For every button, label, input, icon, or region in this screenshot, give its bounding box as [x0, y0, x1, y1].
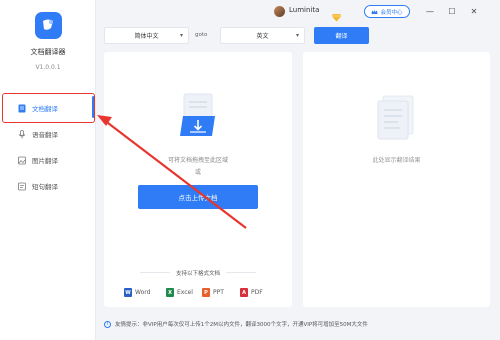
source-language-select[interactable]: 简体中文 ▾	[104, 27, 189, 44]
sidebar-item-label: 语音翻译	[32, 131, 58, 139]
drop-hint-text: 可将文档拖拽至此区域	[167, 157, 228, 164]
member-center-label: 会员中心	[380, 9, 403, 16]
chevron-down-icon: ▾	[179, 32, 183, 39]
translate-button[interactable]: 翻译	[314, 27, 369, 44]
upload-panel[interactable]: 可将文档拖拽至此区域 或 点击上传文档 支持以下格式文档 W Word X Ex…	[104, 52, 292, 307]
format-excel: X Excel	[166, 288, 193, 297]
format-ppt: P PPT	[202, 288, 224, 297]
close-button[interactable]: ✕	[468, 5, 480, 17]
sidebar-item-label: 短句翻译	[32, 183, 58, 191]
sidebar-item-image-translate[interactable]: 图片翻译	[18, 151, 90, 169]
ppt-icon: P	[202, 288, 210, 297]
result-document-icon	[373, 92, 419, 146]
supported-formats-title: 支持以下格式文档	[175, 271, 220, 277]
annotation-highlight-box	[2, 93, 95, 123]
vip-diamond-icon[interactable]	[331, 7, 342, 26]
goto-label: goto	[195, 32, 208, 38]
excel-icon: X	[166, 288, 174, 297]
format-label: PPT	[213, 289, 224, 296]
source-language-value: 简体中文	[134, 33, 159, 40]
sidebar-item-label: 图片翻译	[32, 157, 58, 165]
result-hint-text: 此处显示翻译结果	[372, 157, 421, 164]
sidebar-item-voice-translate[interactable]: 语音翻译	[18, 125, 90, 143]
format-pdf: A PDF	[240, 288, 263, 297]
app-logo	[35, 12, 62, 39]
translate-logo-icon	[43, 19, 53, 30]
username[interactable]: Luminita	[289, 6, 319, 14]
chevron-down-icon: ▾	[295, 32, 299, 39]
divider	[226, 272, 256, 273]
footer-tip: i 友情提示：非VIP用户每次仅可上传1个2M以内文件，翻译3000个文字，开通…	[104, 320, 368, 328]
format-label: Word	[135, 289, 151, 296]
format-label: PDF	[251, 289, 263, 296]
app-version: V1.0.0.1	[35, 64, 61, 71]
maximize-button[interactable]: ☐	[446, 5, 458, 17]
sidebar: 文档翻译器 V1.0.0.1 文档翻译 语音翻译 图片翻译 短句翻译	[0, 0, 96, 340]
format-word: W Word	[124, 288, 150, 297]
footer-tip-text: 友情提示：非VIP用户每次仅可上传1个2M以内文件，翻译3000个文字，开通VI…	[115, 322, 368, 328]
target-language-value: 英文	[256, 33, 269, 40]
app-name: 文档翻译器	[30, 48, 66, 56]
upload-document-button[interactable]: 点击上传文档	[138, 185, 258, 209]
info-icon: i	[104, 320, 111, 328]
target-language-select[interactable]: 英文 ▾	[220, 27, 305, 44]
upload-document-illustration	[174, 92, 224, 142]
format-label: Excel	[177, 289, 193, 296]
sidebar-item-sentence-translate[interactable]: 短句翻译	[18, 177, 90, 195]
image-icon	[18, 156, 26, 165]
member-center-button[interactable]: 会员中心	[364, 5, 410, 18]
minimize-button[interactable]: —	[424, 5, 436, 17]
crown-icon	[371, 9, 378, 14]
or-text: 或	[194, 169, 201, 176]
result-panel: 此处显示翻译结果	[303, 52, 490, 307]
pdf-icon: A	[240, 288, 248, 297]
text-icon	[18, 182, 26, 191]
word-icon: W	[124, 288, 132, 297]
microphone-icon	[18, 129, 26, 139]
avatar[interactable]	[274, 6, 285, 17]
